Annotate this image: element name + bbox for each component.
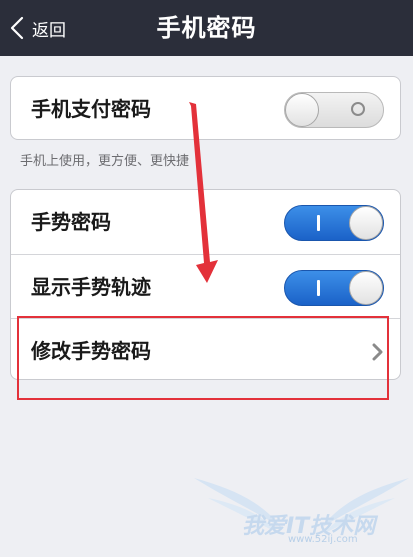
watermark: 我爱IT技术网 www.52ij.com: [190, 470, 413, 553]
watermark-url: www.52ij.com: [288, 534, 358, 545]
